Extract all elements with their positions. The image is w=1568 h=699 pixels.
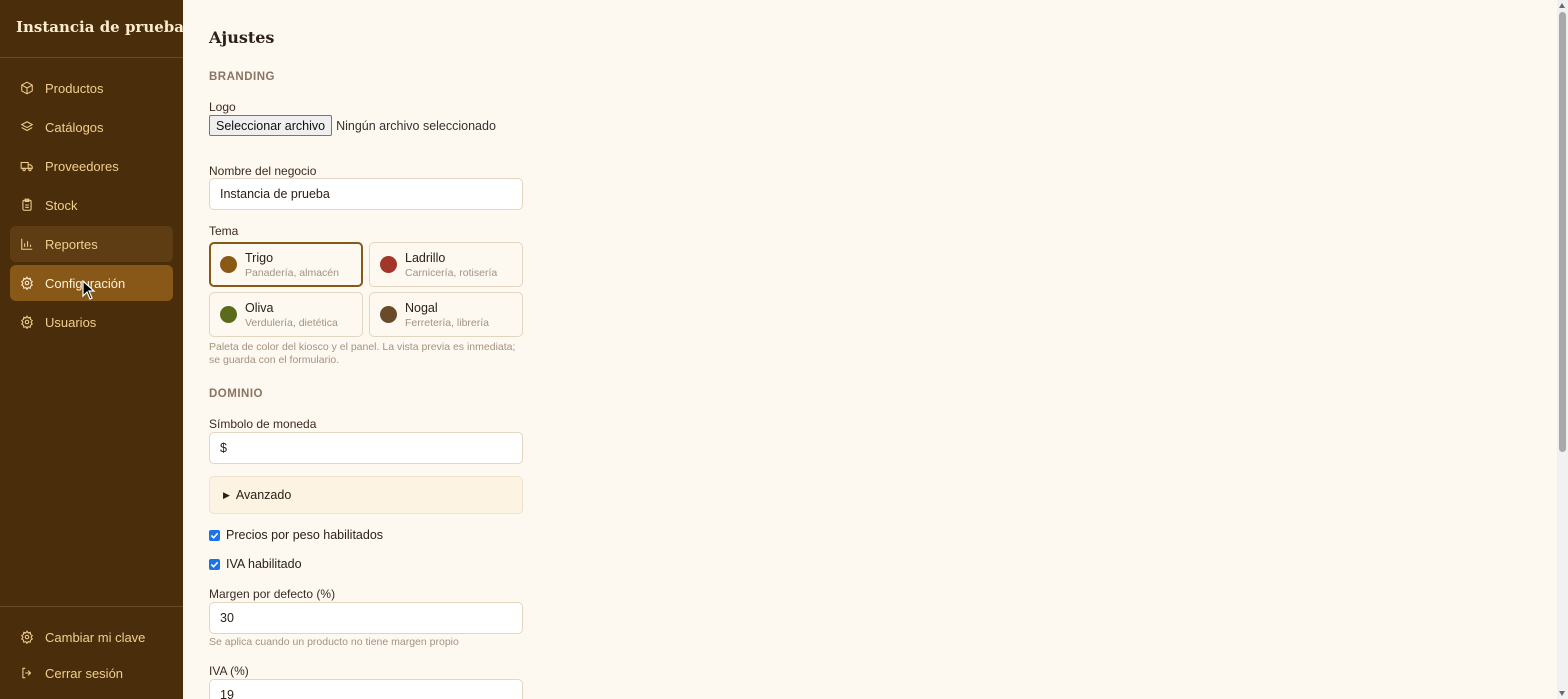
margin-hint: Se aplica cuando un producto no tiene ma… [209, 636, 459, 648]
select-file-button[interactable]: Seleccionar archivo [209, 115, 333, 136]
theme-description: Verdulería, dietética [245, 316, 338, 329]
sidebar-item-label: Reportes [45, 236, 98, 252]
advanced-label: Avanzado [235, 488, 292, 502]
margin-label: Margen por defecto (%) [209, 587, 336, 601]
gear-icon [20, 315, 34, 329]
theme-option-trigo[interactable]: Trigo Panadería, almacén [209, 242, 363, 287]
logo-file-input: Seleccionar archivo Ningún archivo selec… [209, 115, 496, 136]
theme-name: Nogal [405, 300, 438, 315]
weight-pricing-checkbox[interactable] [209, 529, 220, 541]
theme-description: Ferretería, librería [405, 316, 490, 329]
sidebar-nav: Productos Catálogos Proveedores Stock Re… [10, 70, 173, 343]
scroll-down-icon[interactable] [1559, 691, 1565, 696]
brand-title: Instancia de prueba [0, 0, 184, 58]
page-title: Ajustes [209, 28, 275, 47]
theme-hint: Paleta de color del kiosco y el panel. L… [209, 341, 516, 366]
theme-swatch [220, 256, 237, 273]
weight-pricing-row: Precios por peso habilitados [209, 528, 383, 542]
theme-description: Carnicería, rotisería [405, 266, 498, 279]
scroll-up-icon[interactable] [1559, 3, 1565, 8]
theme-swatch [380, 306, 397, 323]
iva-label: IVA (%) [209, 664, 249, 678]
change-password-link[interactable]: Cambiar mi clave [10, 621, 173, 653]
sidebar-item-productos[interactable]: Productos [10, 70, 173, 106]
sidebar-item-reportes[interactable]: Reportes [10, 226, 173, 262]
sidebar-item-label: Usuarios [45, 314, 97, 330]
sidebar-item-label: Productos [45, 80, 104, 96]
theme-name: Ladrillo [405, 250, 446, 265]
logout-icon [20, 666, 34, 680]
layers-icon [20, 120, 34, 134]
iva-enabled-label: IVA habilitado [226, 557, 302, 571]
truck-icon [20, 159, 34, 173]
section-domain-title: DOMINIO [209, 388, 263, 400]
theme-name: Oliva [245, 300, 274, 315]
currency-label: Símbolo de moneda [209, 417, 317, 431]
page-scrollbar[interactable] [1557, 0, 1568, 699]
sidebar-item-stock[interactable]: Stock [10, 187, 173, 223]
business-name-label: Nombre del negocio [209, 164, 317, 178]
weight-pricing-label: Precios por peso habilitados [226, 528, 384, 542]
settings-page: Ajustes BRANDING Logo Seleccionar archiv… [183, 0, 1557, 699]
box-icon [20, 81, 34, 95]
theme-name: Trigo [245, 250, 274, 265]
iva-enabled-row: IVA habilitado [209, 557, 302, 571]
theme-label: Tema [209, 224, 239, 238]
gear-icon [20, 276, 34, 290]
sidebar-footer: Cambiar mi clave Cerrar sesión [0, 606, 183, 699]
sidebar-item-usuarios[interactable]: Usuarios [10, 304, 173, 340]
sidebar-item-catalogos[interactable]: Catálogos [10, 109, 173, 145]
margin-input[interactable]: 30 [209, 602, 523, 634]
theme-option-oliva[interactable]: Oliva Verdulería, dietética [209, 292, 363, 337]
theme-option-ladrillo[interactable]: Ladrillo Carnicería, rotisería [369, 242, 523, 287]
advanced-toggle[interactable]: ▶ Avanzado [209, 476, 523, 514]
mouse-cursor-icon [82, 280, 96, 300]
gear-icon [20, 630, 34, 644]
iva-input[interactable]: 19 [209, 679, 523, 699]
bar-chart-icon [20, 237, 34, 251]
theme-swatch [220, 306, 237, 323]
theme-swatch [380, 256, 397, 273]
file-status-text: Ningún archivo seleccionado [336, 118, 496, 133]
sidebar-item-label: Catálogos [45, 119, 104, 135]
scroll-thumb[interactable] [1559, 12, 1566, 452]
business-name-input[interactable]: Instancia de prueba [209, 178, 523, 210]
change-password-label: Cambiar mi clave [45, 629, 146, 645]
logout-link[interactable]: Cerrar sesión [10, 657, 173, 689]
section-branding-title: BRANDING [209, 71, 275, 83]
sidebar-item-label: Stock [45, 197, 78, 213]
iva-enabled-checkbox[interactable] [209, 558, 220, 570]
clipboard-icon [20, 198, 34, 212]
currency-input[interactable]: $ [209, 432, 523, 464]
triangle-right-icon: ▶ [223, 489, 230, 500]
theme-description: Panadería, almacén [245, 266, 339, 279]
sidebar-item-proveedores[interactable]: Proveedores [10, 148, 173, 184]
theme-option-nogal[interactable]: Nogal Ferretería, librería [369, 292, 523, 337]
sidebar-item-label: Proveedores [45, 158, 119, 174]
logout-label: Cerrar sesión [45, 665, 124, 681]
logo-label: Logo [209, 100, 236, 114]
sidebar: Instancia de prueba Productos Catálogos … [0, 0, 184, 699]
